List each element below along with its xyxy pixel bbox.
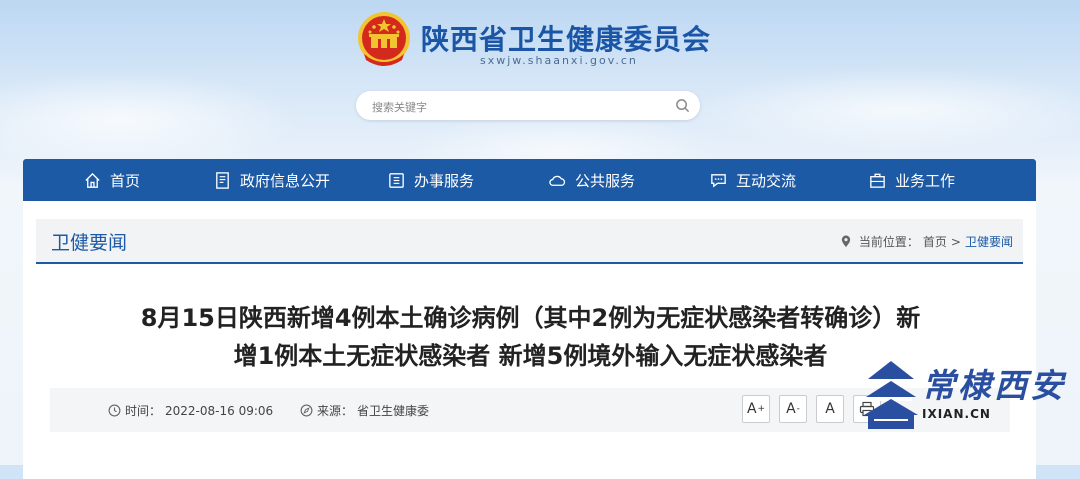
article-title-line-2: 增1例本土无症状感染者 新增5例境外输入无症状感染者 (233, 342, 828, 370)
tower-icon (864, 361, 918, 429)
nav-label: 互动交流 (736, 171, 797, 190)
time-value: 2022-08-16 09:06 (165, 403, 274, 418)
location-label: 当前位置： (858, 235, 919, 249)
font-reset-label: A (825, 401, 835, 417)
search-box (356, 91, 700, 120)
section-header: 卫健要闻 当前位置： 首页 > 卫健要闻 (36, 219, 1023, 264)
document-icon (216, 171, 229, 189)
clock-icon (108, 404, 121, 417)
national-emblem-icon (358, 12, 410, 66)
font-smaller-label: A (786, 401, 796, 417)
watermark-logo: 常棣西安 IXIAN.CN (862, 355, 1072, 435)
font-smaller-sup: - (796, 404, 800, 414)
home-icon (85, 172, 100, 188)
breadcrumb: 当前位置： 首页 > 卫健要闻 (840, 233, 1013, 250)
font-larger-label: A (746, 401, 757, 417)
breadcrumb-current-link[interactable]: 卫健要闻 (965, 233, 1013, 250)
folder-icon (389, 172, 404, 188)
breadcrumb-separator: > (950, 234, 961, 249)
watermark-text: 常棣西安 (922, 366, 1066, 405)
nav-label: 办事服务 (414, 171, 475, 190)
article-title-line-1: 8月15日陕西新增4例本土确诊病例（其中2例为无症状感染者转确诊）新 (140, 304, 921, 332)
article-title: 8月15日陕西新增4例本土确诊病例（其中2例为无症状感染者转确诊）新 增1例本土… (63, 299, 998, 375)
nav-item-business[interactable]: 业务工作 (868, 159, 955, 201)
source-value: 省卫生健康委 (357, 404, 430, 418)
font-larger-sup: + (757, 404, 766, 414)
source-label: 来源： (317, 404, 354, 418)
site-title[interactable]: 陕西省卫生健康委员会 (421, 18, 711, 58)
nav-label: 政府信息公开 (240, 171, 331, 190)
nav-item-interaction[interactable]: 互动交流 (709, 159, 796, 201)
time-label: 时间： (125, 404, 162, 418)
cloud-icon (549, 175, 566, 186)
chat-icon (711, 173, 726, 188)
location-pin-icon (841, 235, 851, 248)
nav-label: 业务工作 (895, 171, 956, 190)
briefcase-icon (870, 173, 885, 188)
main-nav: 首页 政府信息公开 办事服务 公共服务 互动交流 业务工作 (23, 159, 1036, 201)
nav-item-public-services[interactable]: 公共服务 (548, 159, 635, 201)
font-larger-button[interactable]: A + (742, 395, 770, 423)
search-icon[interactable] (675, 98, 690, 113)
nav-item-services[interactable]: 办事服务 (387, 159, 474, 201)
article-source: 来源： 省卫生健康委 (300, 402, 429, 419)
breadcrumb-home-link[interactable]: 首页 (923, 233, 947, 250)
font-reset-button[interactable]: A (816, 395, 844, 423)
watermark-url: IXIAN.CN (922, 407, 991, 421)
nav-item-home[interactable]: 首页 (83, 159, 140, 201)
publish-time: 时间： 2022-08-16 09:06 (108, 402, 273, 419)
section-title: 卫健要闻 (51, 232, 128, 254)
font-smaller-button[interactable]: A- (779, 395, 807, 423)
compass-icon (300, 404, 313, 417)
nav-label: 首页 (110, 171, 141, 190)
search-input[interactable] (370, 97, 664, 117)
nav-item-government-info[interactable]: 政府信息公开 (213, 159, 330, 201)
site-domain: sxwjw.shaanxi.gov.cn (480, 54, 638, 67)
nav-label: 公共服务 (575, 171, 636, 190)
